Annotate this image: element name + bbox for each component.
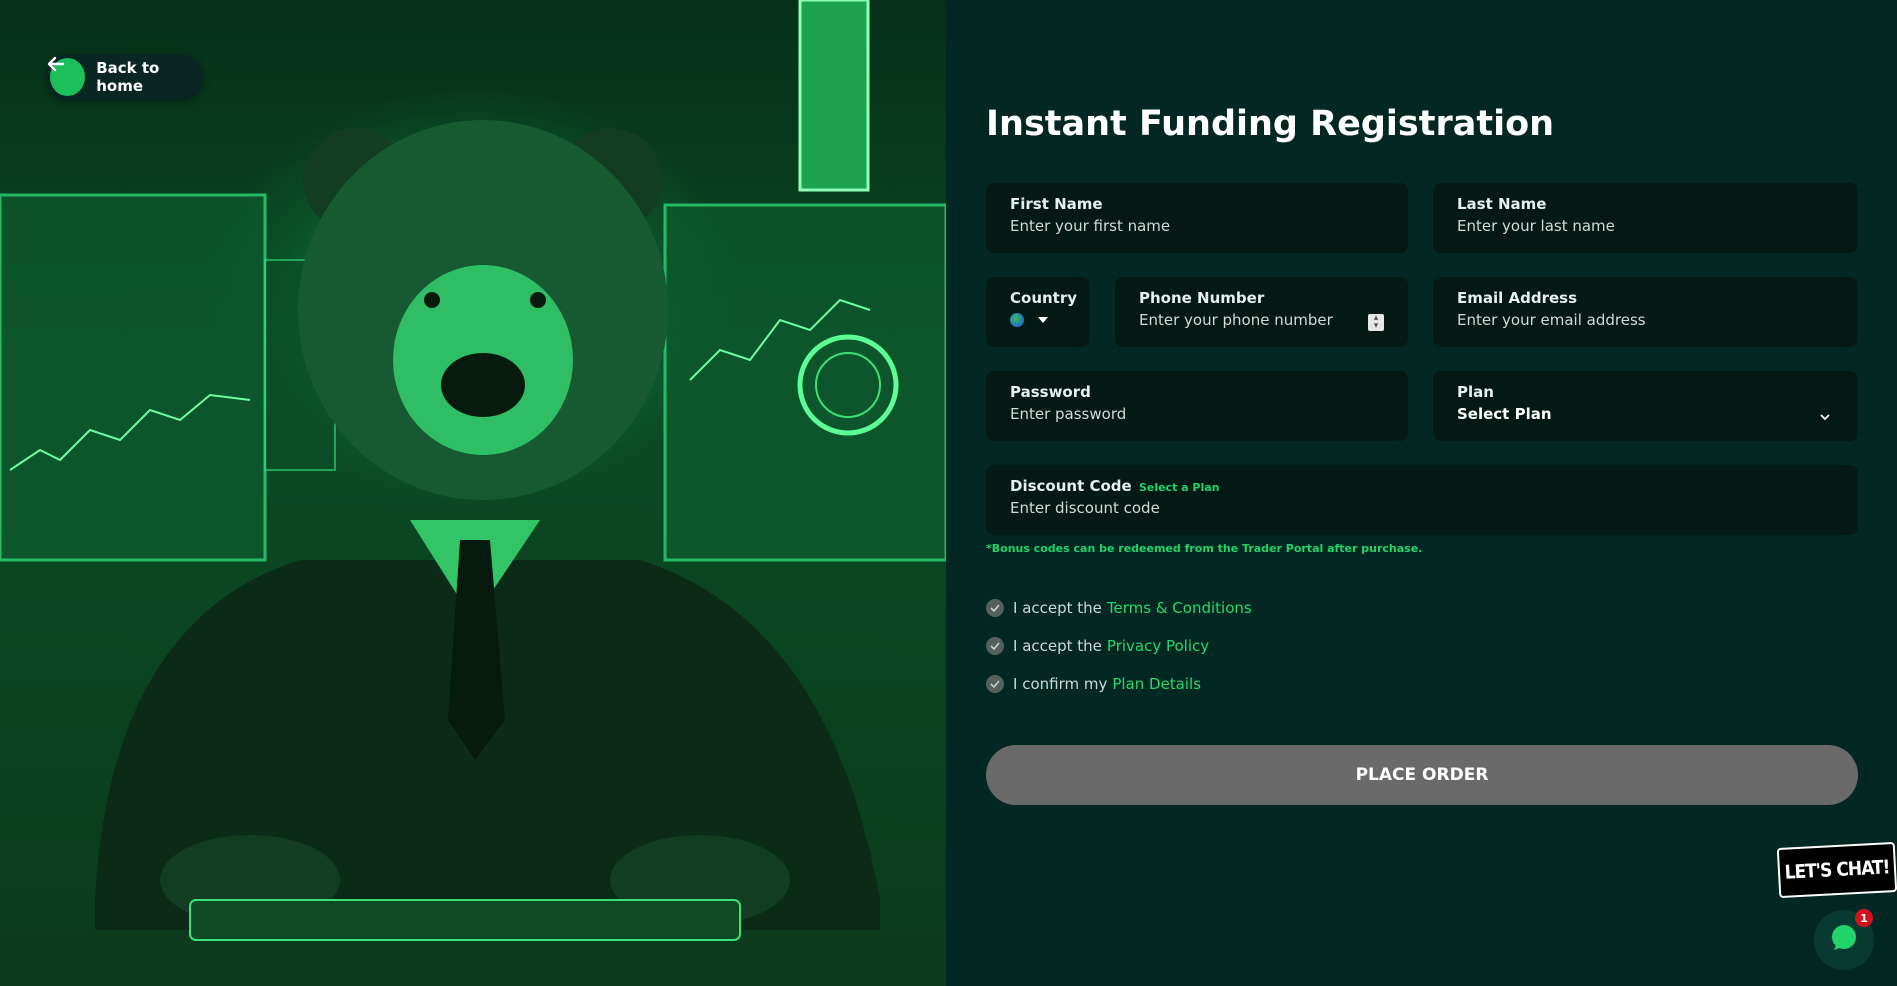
first-name-input[interactable] [1010,217,1384,235]
bear-trader-illustration [0,0,946,986]
terms-checkbox-row[interactable]: I accept the Terms & Conditions [986,599,1252,617]
password-label: Password [1010,383,1091,401]
privacy-checkbox-row[interactable]: I accept the Privacy Policy [986,637,1209,655]
phone-input[interactable] [1139,311,1359,329]
globe-flag-icon [1010,313,1024,327]
plan-label: Plan [1457,383,1494,401]
chat-icon [1829,923,1859,957]
discount-label: Discount Code Select a Plan [1010,477,1834,495]
chevron-down-icon [1820,406,1830,425]
back-to-home-button[interactable]: Back to home [46,54,203,100]
back-to-home-label: Back to home [96,59,160,95]
password-field[interactable]: Password [986,371,1408,441]
lets-chat-bubble[interactable]: LET'S CHAT! [1776,841,1897,899]
bonus-note: *Bonus codes can be redeemed from the Tr… [986,542,1423,555]
phone-label: Phone Number [1139,289,1265,307]
first-name-field[interactable]: First Name [986,183,1408,253]
email-field[interactable]: Email Address [1433,277,1858,347]
privacy-text: I accept the [1013,637,1102,655]
notification-badge: 1 [1855,909,1873,927]
discount-hint: Select a Plan [1138,481,1220,494]
page-title: Instant Funding Registration [986,104,1555,144]
plan-select[interactable]: Plan Select Plan [1433,371,1858,441]
discount-code-field[interactable]: Discount Code Select a Plan [986,465,1858,535]
country-select[interactable]: Country [986,277,1090,347]
lets-chat-label: LET'S CHAT! [1784,856,1890,884]
discount-label-text: Discount Code [1010,477,1132,495]
privacy-link[interactable]: Privacy Policy [1107,637,1209,655]
country-label: Country [1010,289,1078,307]
caret-down-icon [1038,317,1048,323]
email-input[interactable] [1457,311,1834,329]
last-name-input[interactable] [1457,217,1834,235]
terms-link[interactable]: Terms & Conditions [1107,599,1252,617]
check-icon[interactable] [986,599,1004,617]
last-name-label: Last Name [1457,195,1547,213]
plan-details-link[interactable]: Plan Details [1112,675,1201,693]
plan-details-checkbox-row[interactable]: I confirm my Plan Details [986,675,1201,693]
number-spinner-icon[interactable]: ▴ ▾ [1368,314,1384,331]
discount-input[interactable] [1010,499,1834,517]
last-name-field[interactable]: Last Name [1433,183,1858,253]
email-label: Email Address [1457,289,1578,307]
check-icon[interactable] [986,675,1004,693]
password-input[interactable] [1010,405,1384,423]
first-name-label: First Name [1010,195,1103,213]
hero-image: Back to home [0,0,946,986]
place-order-button[interactable]: PLACE ORDER [986,745,1858,805]
arrow-left-icon [47,56,86,96]
check-icon[interactable] [986,637,1004,655]
plan-details-text: I confirm my [1013,675,1108,693]
plan-selected-value: Select Plan [1457,405,1552,423]
terms-text: I accept the [1013,599,1102,617]
phone-field[interactable]: Phone Number ▴▾ [1115,277,1408,347]
